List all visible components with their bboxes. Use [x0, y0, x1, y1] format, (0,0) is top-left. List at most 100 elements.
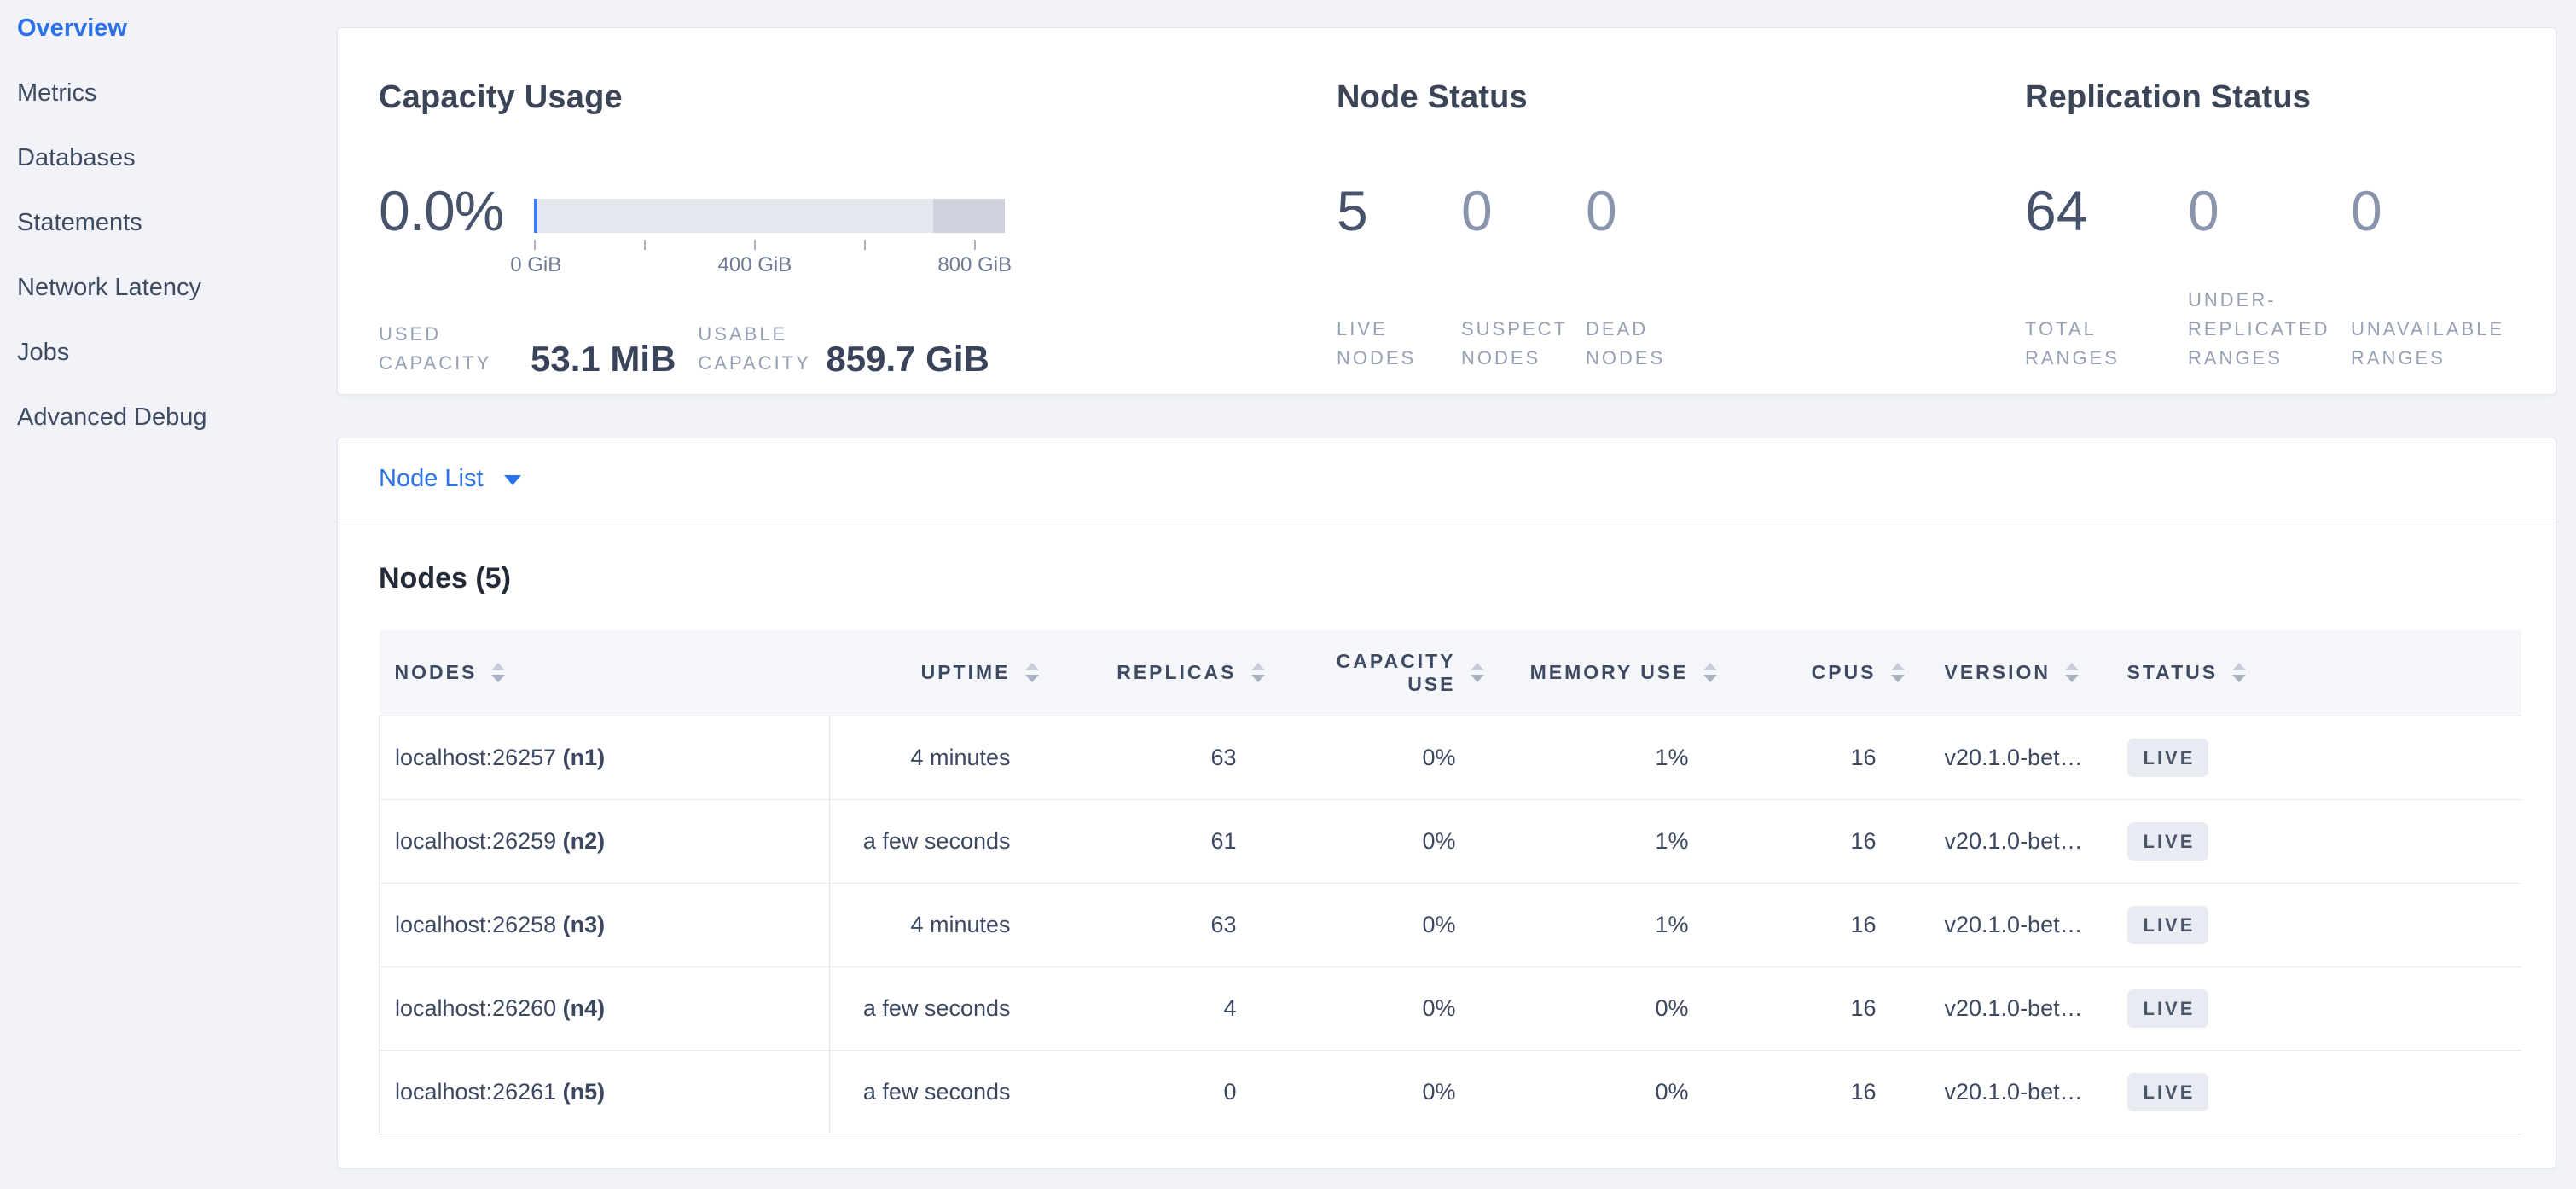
node-address[interactable]: localhost:26257 [395, 745, 556, 770]
table-row-node-2[interactable]: localhost:26259 (n2) a few seconds 61 0%… [380, 799, 2521, 883]
sidebar-item-jobs[interactable]: Jobs [17, 338, 333, 367]
node-id: (n5) [563, 1079, 606, 1105]
nodes-count-title: Nodes (5) [379, 560, 2519, 596]
capacity-axis-labels: 0 GiB 400 GiB 800 GiB [534, 253, 1005, 279]
replicas-cell: 61 [1050, 799, 1276, 883]
chevron-down-icon [504, 475, 521, 485]
uptime-cell: 4 minutes [830, 883, 1050, 966]
cpus-cell: 16 [1728, 1050, 1916, 1134]
nodes-table: NODES UPTIME REPLICAS CAPACITY USE [379, 630, 2521, 1134]
sort-icon[interactable] [1466, 663, 1488, 682]
suspect-nodes-metric: 0 SUSPECT NODES [1461, 183, 1565, 373]
total-ranges-value: 64 [2025, 183, 2167, 238]
axis-label-400gib: 400 GiB [718, 253, 792, 277]
live-nodes-metric: 5 LIVE NODES [1337, 183, 1441, 373]
dead-nodes-label: DEAD NODES [1586, 315, 1690, 373]
node-address[interactable]: localhost:26258 [395, 912, 556, 937]
cpus-cell: 16 [1728, 716, 1916, 799]
node-list-dropdown[interactable]: Node List [379, 465, 521, 493]
column-header-uptime[interactable]: UPTIME [830, 630, 1050, 716]
sidebar-item-statements[interactable]: Statements [17, 208, 333, 237]
replicas-cell: 63 [1050, 883, 1276, 966]
node-id: (n2) [563, 828, 606, 854]
column-header-version[interactable]: VERSION [1916, 630, 2092, 716]
under-replicated-ranges-label: UNDER-REPLICATED RANGES [2188, 286, 2330, 373]
memory-use-cell: 1% [1495, 799, 1728, 883]
table-row-node-1[interactable]: localhost:26257 (n1) 4 minutes 63 0% 1% … [380, 716, 2521, 799]
dead-nodes-metric: 0 DEAD NODES [1586, 183, 1690, 373]
version-cell: v20.1.0-bet… [1916, 1050, 2092, 1134]
sidebar-item-metrics[interactable]: Metrics [17, 78, 333, 107]
capacity-use-cell: 0% [1276, 883, 1495, 966]
status-badge: LIVE [2127, 739, 2209, 777]
memory-use-cell: 0% [1495, 966, 1728, 1050]
version-cell: v20.1.0-bet… [1916, 799, 2092, 883]
sort-icon[interactable] [487, 663, 509, 682]
cpus-cell: 16 [1728, 883, 1916, 966]
column-header-nodes[interactable]: NODES [380, 630, 830, 716]
sort-icon[interactable] [1021, 663, 1043, 682]
column-header-cpus[interactable]: CPUS [1728, 630, 1916, 716]
version-cell: v20.1.0-bet… [1916, 883, 2092, 966]
memory-use-cell: 0% [1495, 1050, 1728, 1134]
node-address[interactable]: localhost:26259 [395, 828, 556, 854]
sidebar-item-advanced-debug[interactable]: Advanced Debug [17, 403, 333, 432]
sort-icon[interactable] [2061, 663, 2083, 682]
capacity-stats: USED CAPACITY 53.1 MiB USABLE CAPACITY 8… [379, 320, 1337, 378]
node-list-dropdown-label: Node List [379, 465, 484, 493]
replication-status-title: Replication Status [2025, 78, 2556, 117]
status-badge: LIVE [2127, 989, 2209, 1028]
nodes-section: Nodes (5) NODES UPTIME [338, 560, 2556, 1134]
suspect-nodes-value: 0 [1461, 183, 1565, 238]
sidebar: Overview Metrics Databases Statements Ne… [0, 0, 333, 1189]
capacity-used-percent: 0.0% [379, 183, 519, 279]
table-row-node-4[interactable]: localhost:26260 (n4) a few seconds 4 0% … [380, 966, 2521, 1050]
replicas-cell: 63 [1050, 716, 1276, 799]
version-cell: v20.1.0-bet… [1916, 966, 2092, 1050]
replicas-cell: 4 [1050, 966, 1276, 1050]
uptime-cell: a few seconds [830, 1050, 1050, 1134]
uptime-cell: a few seconds [830, 966, 1050, 1050]
column-header-replicas[interactable]: REPLICAS [1050, 630, 1276, 716]
live-nodes-value: 5 [1337, 183, 1441, 238]
node-address[interactable]: localhost:26260 [395, 995, 556, 1021]
node-id: (n1) [563, 745, 606, 770]
capacity-bar-other-segment [933, 199, 1005, 233]
table-row-node-5[interactable]: localhost:26261 (n5) a few seconds 0 0% … [380, 1050, 2521, 1134]
cpus-cell: 16 [1728, 799, 1916, 883]
axis-label-800gib: 800 GiB [937, 253, 1012, 277]
axis-label-0gib: 0 GiB [510, 253, 561, 277]
capacity-use-cell: 0% [1276, 966, 1495, 1050]
sort-icon[interactable] [1887, 663, 1909, 682]
sort-icon[interactable] [1247, 663, 1269, 682]
column-header-status[interactable]: STATUS [2092, 630, 2521, 716]
used-capacity-value: 53.1 MiB [531, 340, 676, 378]
capacity-bar-track [534, 199, 1005, 233]
sort-icon[interactable] [1699, 663, 1721, 682]
sidebar-item-overview[interactable]: Overview [17, 14, 333, 43]
sidebar-item-databases[interactable]: Databases [17, 143, 333, 172]
memory-use-cell: 1% [1495, 883, 1728, 966]
table-row-node-3[interactable]: localhost:26258 (n3) 4 minutes 63 0% 1% … [380, 883, 2521, 966]
sidebar-item-network-latency[interactable]: Network Latency [17, 273, 333, 302]
column-header-capacity-use[interactable]: CAPACITY USE [1276, 630, 1495, 716]
sort-icon[interactable] [2228, 663, 2250, 682]
capacity-usage-section: Capacity Usage 0.0% 0 GiB 400 GiB 800 Gi… [338, 28, 1337, 394]
node-list-card: Node List Nodes (5) NODES [337, 438, 2556, 1169]
node-address[interactable]: localhost:26261 [395, 1079, 556, 1105]
capacity-use-cell: 0% [1276, 799, 1495, 883]
status-badge: LIVE [2127, 1073, 2209, 1111]
cluster-summary-card: Capacity Usage 0.0% 0 GiB 400 GiB 800 Gi… [337, 27, 2556, 395]
node-list-toolbar: Node List [338, 438, 2556, 519]
capacity-usage-title: Capacity Usage [379, 78, 1337, 117]
capacity-use-cell: 0% [1276, 716, 1495, 799]
capacity-use-cell: 0% [1276, 1050, 1495, 1134]
status-badge: LIVE [2127, 822, 2209, 861]
dead-nodes-value: 0 [1586, 183, 1690, 238]
capacity-axis-ticks [534, 240, 1005, 250]
live-nodes-label: LIVE NODES [1337, 315, 1441, 373]
node-id: (n4) [563, 995, 606, 1021]
column-header-memory-use[interactable]: MEMORY USE [1495, 630, 1728, 716]
replication-status-section: Replication Status 64 TOTAL RANGES 0 UND… [2025, 28, 2556, 394]
under-replicated-ranges-metric: 0 UNDER-REPLICATED RANGES [2188, 183, 2330, 373]
